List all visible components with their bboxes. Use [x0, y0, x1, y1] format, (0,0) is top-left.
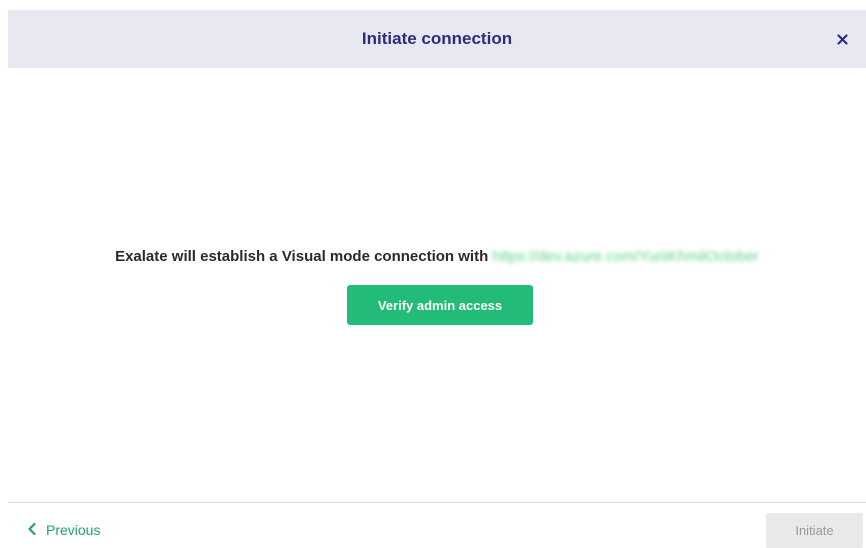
initiate-label: Initiate [795, 523, 834, 538]
verify-button-label: Verify admin access [377, 297, 503, 313]
previous-label: Previous [46, 522, 101, 538]
message-text: Exalate will establish a Visual mode con… [115, 248, 493, 265]
chevron-left-icon [28, 522, 36, 538]
dialog-header: Initiate connection [8, 10, 866, 68]
initiate-connection-dialog: Initiate connection Exalate will establi… [0, 0, 866, 548]
instance-url-link[interactable]: https://dev.azure.com/YuriiKhmilOctober [492, 248, 759, 265]
initiate-button[interactable]: Initiate [766, 513, 863, 548]
dialog-body: Exalate will establish a Visual mode con… [8, 68, 866, 502]
previous-button[interactable]: Previous [28, 522, 100, 538]
dialog-title: Initiate connection [361, 29, 513, 48]
close-icon[interactable] [834, 31, 850, 47]
footer-divider [8, 502, 866, 503]
verify-admin-access-button[interactable]: Verify admin access [347, 285, 533, 325]
connection-message: Exalate will establish a Visual mode con… [8, 248, 866, 265]
